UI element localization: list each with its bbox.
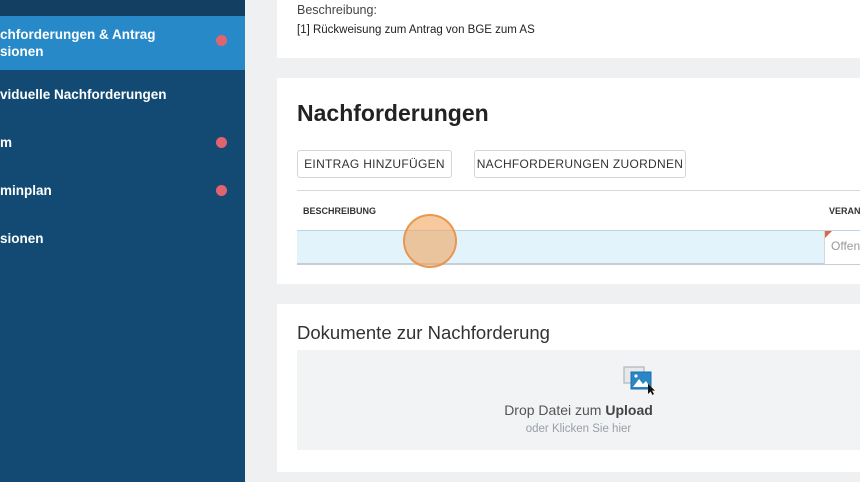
flag-icon [825,231,832,238]
description-panel: Beschreibung: [1] Rückweisung zum Antrag… [277,0,860,58]
column-header-verantwortlich[interactable]: VERAN [829,206,860,216]
alert-dot-icon [216,185,227,196]
dropzone-label: Drop Datei zum Upload [297,402,860,418]
sidebar-item-label: viduelle Nachforderungen [0,87,167,102]
section-title: Dokumente zur Nachforderung [297,322,550,343]
add-entry-button[interactable]: EINTRAG HINZUFÜGEN [297,150,452,178]
sidebar-item-terminplan[interactable]: minplan [0,180,245,202]
sidebar-item-nachforderungen-antrag[interactable]: chforderungen & Antrag sionen [0,16,245,70]
sidebar: chforderungen & Antrag sionen viduelle N… [0,0,245,482]
sidebar-top-band [0,0,245,16]
dokumente-panel: Dokumente zur Nachforderung Drop Datei z… [277,304,860,472]
file-dropzone[interactable]: Drop Datei zum Upload oder Klicken Sie h… [297,350,860,450]
dropzone-label-upload: Upload [605,402,653,418]
dropzone-hint: oder Klicken Sie hier [525,423,632,435]
sidebar-item-label: minplan [0,183,52,198]
status-text: Offen [831,239,860,253]
table-row[interactable]: Offen [297,230,860,265]
sidebar-item-m[interactable]: m [0,132,245,154]
click-indicator [403,214,457,268]
sidebar-item-label: m [0,135,13,150]
description-label: Beschreibung: [297,3,377,17]
image-upload-icon [622,365,658,395]
page-title: Nachforderungen [297,100,489,126]
alert-dot-icon [216,137,227,148]
sidebar-item-versionen[interactable]: sionen [0,228,245,250]
sidebar-item-individuelle-nachforderungen[interactable]: viduelle Nachforderungen [0,84,245,106]
sidebar-item-label-line2: sionen [0,44,44,59]
description-text: [1] Rückweisung zum Antrag von BGE zum A… [297,24,535,36]
assign-nachforderungen-button[interactable]: NACHFORDERUNGEN ZUORDNEN [474,150,686,178]
nachforderungen-panel: Nachforderungen EINTRAG HINZUFÜGEN NACHF… [277,78,860,284]
column-header-beschreibung[interactable]: BESCHREIBUNG [303,206,376,216]
sidebar-item-label: sionen [0,231,44,246]
sidebar-item-label: chforderungen & Antrag [0,27,156,42]
alert-dot-icon [216,35,227,46]
dropzone-label-prefix: Drop Datei zum [504,402,606,418]
cell-status[interactable]: Offen [824,231,860,264]
table-header: BESCHREIBUNG VERAN [297,190,860,230]
